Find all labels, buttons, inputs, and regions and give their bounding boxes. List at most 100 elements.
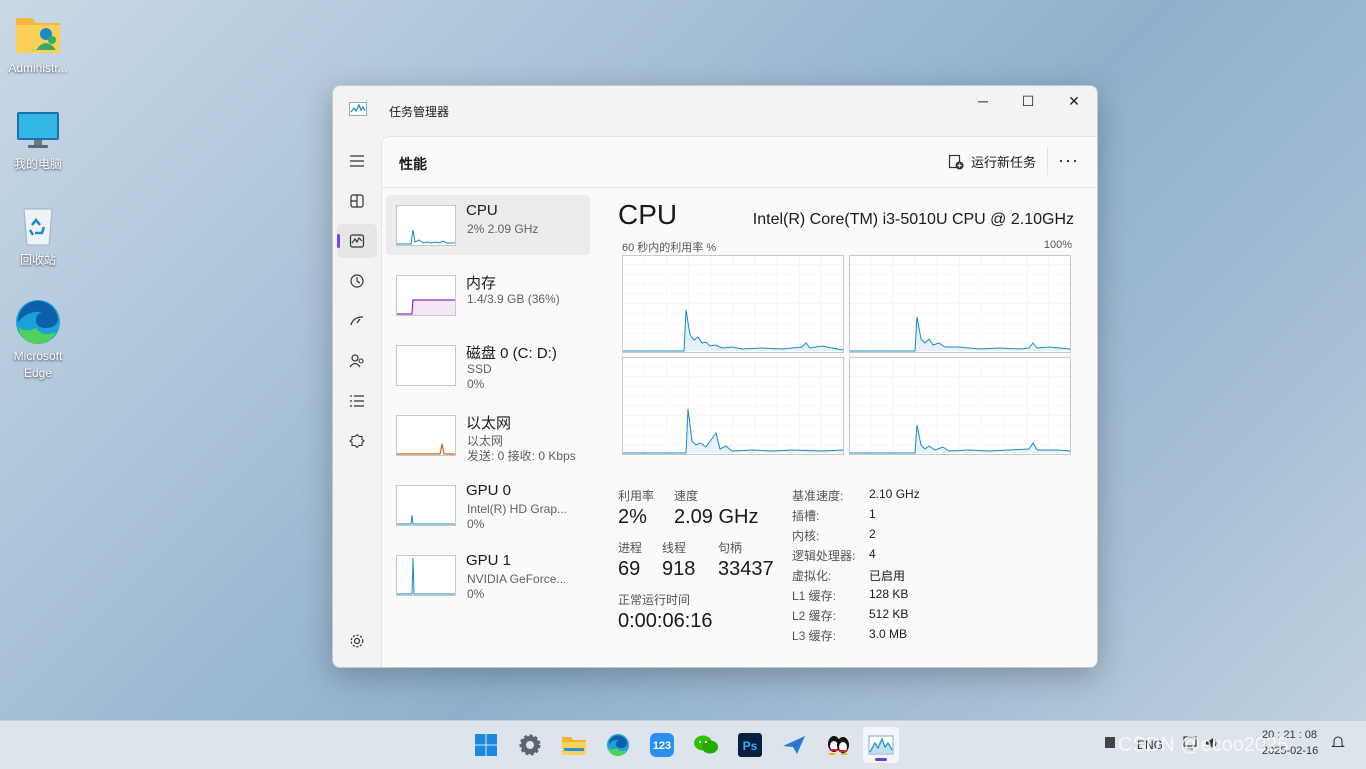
run-new-task-button[interactable]: 运行新任务 [948, 152, 1036, 171]
bird-app-icon [783, 736, 805, 754]
taskbar-wechat[interactable] [688, 727, 724, 763]
nav-services[interactable] [337, 424, 377, 458]
threads-value: 918 [662, 558, 696, 580]
spec-label: L2 缓存: [792, 609, 837, 623]
notification-bell-icon[interactable] [1330, 734, 1346, 753]
processes-icon [350, 194, 364, 208]
performance-icon [349, 234, 365, 248]
title-bar[interactable]: 任务管理器 ─ ☐ ✕ [333, 86, 1097, 134]
resource-throughput: 发送: 0 接收: 0 Kbps [467, 449, 576, 463]
more-options-button[interactable]: ··· [1058, 150, 1079, 171]
tray-chevron-icon[interactable] [1105, 737, 1115, 748]
utilization-value: 2% [618, 506, 647, 528]
uptime-label: 正常运行时间 [618, 593, 691, 607]
nav-startup[interactable] [337, 304, 377, 338]
cpu-core-graphs [622, 255, 1072, 455]
resource-item-ethernet[interactable]: 以太网 以太网 发送: 0 接收: 0 Kbps [386, 405, 590, 465]
windows-start-icon [475, 734, 497, 756]
taskbar-task-manager[interactable] [863, 727, 899, 763]
resource-item-gpu0[interactable]: GPU 0 Intel(R) HD Grap... 0% [386, 475, 590, 535]
resource-detail: 2% 2.09 GHz [467, 222, 539, 236]
minimize-icon: ─ [978, 93, 988, 109]
task-manager-window: 任务管理器 ─ ☐ ✕ 性能 运行新任务 ··· CPU 2% 2.09 GHz… [332, 85, 1098, 668]
active-app-indicator [875, 758, 887, 761]
taskbar-qq[interactable] [820, 727, 856, 763]
resource-detail: 1.4/3.9 GB (36%) [467, 292, 560, 306]
graph-max-label: 100% [1043, 239, 1072, 251]
resource-item-memory[interactable]: 内存 1.4/3.9 GB (36%) [386, 265, 590, 325]
spec-label: 插槽: [792, 509, 820, 523]
core-graph-1 [849, 255, 1071, 353]
cpu-thumbnail-graph [396, 205, 456, 246]
task-manager-app-icon [349, 102, 367, 116]
spec-value: 128 KB [869, 587, 909, 601]
minimize-button[interactable]: ─ [960, 86, 1006, 116]
handles-label: 句柄 [718, 541, 743, 555]
spec-label: L1 缓存: [792, 589, 837, 603]
desktop-icon-edge[interactable]: Microsoft Edge [0, 298, 76, 382]
recycle-bin-icon [14, 202, 62, 250]
resource-type: SSD [467, 362, 492, 376]
spec-value: 2.10 GHz [869, 487, 920, 501]
ethernet-thumbnail-graph [396, 415, 456, 456]
resource-item-disk[interactable]: 磁盘 0 (C: D:) SSD 0% [386, 335, 590, 395]
cpu-heading: CPU [618, 199, 678, 230]
spec-label: 基准速度: [792, 489, 844, 503]
desktop-icon-recycle-bin[interactable]: 回收站 [0, 202, 76, 269]
resource-usage: 0% [467, 517, 485, 531]
desktop-icon-administrator[interactable]: Administr... [0, 10, 76, 77]
resource-name: GPU 1 [466, 552, 512, 569]
cpu-model-name: Intel(R) Core(TM) i3-5010U CPU @ 2.10GHz [752, 211, 1074, 228]
taskbar-app-123[interactable]: 123 [644, 727, 680, 763]
nav-performance[interactable] [337, 224, 377, 258]
watermark-text: CSDN @ecoo2025 [1118, 734, 1289, 756]
close-button[interactable]: ✕ [1051, 86, 1097, 116]
handles-value: 33437 [718, 558, 774, 580]
desktop-icon-this-pc[interactable]: 我的电脑 [0, 106, 76, 173]
maximize-icon: ☐ [1021, 92, 1035, 109]
nav-processes[interactable] [337, 184, 377, 218]
core-graph-0 [622, 255, 844, 353]
taskbar-photoshop[interactable]: Ps [732, 727, 768, 763]
settings-icon [519, 734, 541, 756]
resource-name: 以太网 [466, 415, 512, 432]
users-icon [349, 354, 364, 368]
edge-icon [14, 298, 62, 346]
desktop-icon-label: 我的电脑 [13, 157, 62, 171]
nav-details[interactable] [337, 384, 377, 418]
resource-item-gpu1[interactable]: GPU 1 NVIDIA GeForce... 0% [386, 545, 590, 605]
spec-value: 1 [869, 507, 876, 521]
task-manager-icon [868, 735, 894, 755]
spec-label: L3 缓存: [792, 629, 837, 643]
spec-label: 虚拟化: [792, 569, 832, 583]
nav-users[interactable] [337, 344, 377, 378]
app-history-icon [350, 274, 364, 288]
taskbar-edge[interactable] [600, 727, 636, 763]
nav-settings[interactable] [337, 624, 377, 658]
page-title: 性能 [399, 156, 427, 172]
graph-caption: 60 秒内的利用率 % [622, 242, 717, 254]
startup-icon [350, 316, 364, 326]
gpu0-thumbnail-graph [396, 485, 456, 526]
uptime-value: 0:00:06:16 [618, 610, 713, 632]
gear-icon [350, 634, 364, 648]
resource-item-cpu[interactable]: CPU 2% 2.09 GHz [386, 195, 590, 255]
core-graph-3 [849, 357, 1071, 455]
nav-app-history[interactable] [337, 264, 377, 298]
spec-label: 内核: [792, 529, 820, 543]
taskbar-file-explorer[interactable] [556, 727, 592, 763]
gpu1-thumbnail-graph [396, 555, 456, 596]
processes-label: 进程 [618, 541, 643, 555]
nav-hamburger[interactable] [337, 144, 377, 178]
photoshop-icon: Ps [738, 733, 762, 757]
taskbar-feishu[interactable] [776, 727, 812, 763]
taskbar-settings[interactable] [512, 727, 548, 763]
resource-name: 内存 [466, 275, 497, 292]
details-icon [350, 395, 364, 407]
monitor-icon [14, 106, 62, 154]
left-navigation [333, 134, 381, 666]
maximize-button[interactable]: ☐ [1005, 86, 1051, 116]
spec-value: 4 [869, 547, 876, 561]
resource-usage: 0% [467, 377, 485, 391]
start-button[interactable] [468, 727, 504, 763]
